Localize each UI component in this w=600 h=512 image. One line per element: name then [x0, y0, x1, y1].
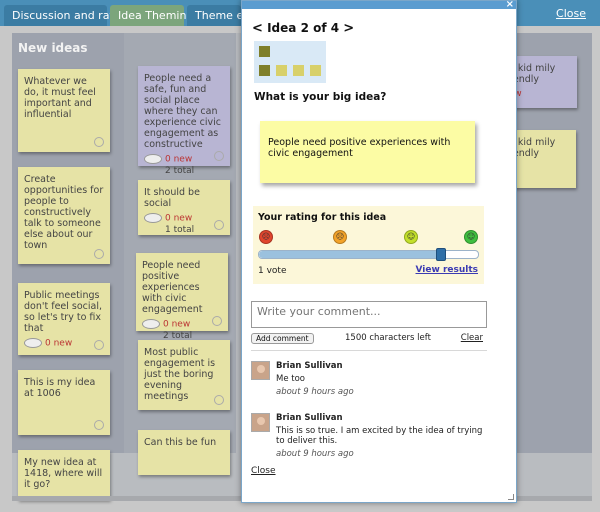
- idea-note[interactable]: People need a safe, fun and social place…: [138, 66, 230, 176]
- magnifier-icon[interactable]: [94, 249, 104, 259]
- neutral-face-icon[interactable]: ☺: [404, 230, 418, 244]
- next-idea-button[interactable]: >: [343, 21, 354, 36]
- idea-position-title: Idea 2 of 4: [267, 21, 340, 35]
- comment-timestamp: about 9 hours ago: [276, 387, 354, 397]
- new-count: 0 new: [45, 338, 73, 349]
- angry-face-icon[interactable]: ☹: [259, 230, 273, 244]
- divider: [251, 350, 487, 351]
- idea-thumbnail[interactable]: [310, 65, 321, 76]
- idea-note[interactable]: Public meetings don't feel social, so le…: [18, 283, 110, 355]
- comment-text: Me too: [276, 374, 305, 384]
- clear-link[interactable]: Clear: [461, 333, 483, 343]
- rating-panel: Your rating for this idea ☹ ☹ ☺ ☺ 1 vote…: [253, 206, 484, 284]
- note-text: People need positive experiences with ci…: [142, 260, 203, 315]
- comment-bubble-icon: [144, 154, 162, 164]
- idea-note[interactable]: It should be social 0 new 1 total: [138, 180, 230, 235]
- comment-author: Brian Sullivan: [276, 361, 343, 371]
- comment-bubble-icon: [24, 338, 42, 348]
- note-meta: 0 new: [24, 338, 104, 350]
- idea-thumbnail[interactable]: [293, 65, 304, 76]
- idea-detail-dialog: × < Idea 2 of 4 > What is your big idea?…: [241, 0, 517, 503]
- rating-slider-fill: [259, 251, 441, 258]
- idea-text: People need positive experiences with ci…: [268, 137, 451, 159]
- magnifier-icon[interactable]: [94, 420, 104, 430]
- magnifier-icon[interactable]: [212, 316, 222, 326]
- idea-note[interactable]: My new idea at 1418, where will it go?: [18, 450, 110, 500]
- new-count: 0 new: [165, 213, 193, 224]
- comment-input[interactable]: [251, 301, 487, 328]
- total-count: 2 total: [165, 165, 195, 176]
- magnifier-icon[interactable]: [94, 340, 104, 350]
- note-text: My new idea at 1418, where will it go?: [24, 457, 103, 490]
- note-text: Whatever we do, it must feel important a…: [24, 76, 96, 120]
- idea-note[interactable]: Create opportunities for people to const…: [18, 167, 110, 264]
- tab-discussion-rating[interactable]: Discussion and rating: [4, 5, 131, 26]
- add-comment-button[interactable]: Add comment: [251, 333, 314, 344]
- note-text: Create opportunities for people to const…: [24, 174, 104, 251]
- comment-bubble-icon: [142, 319, 160, 329]
- total-count: 2 total: [163, 330, 193, 341]
- comment-author: Brian Sullivan: [276, 413, 343, 423]
- avatar: [251, 361, 270, 380]
- idea-thumbnail[interactable]: [259, 65, 270, 76]
- idea-note[interactable]: Can this be fun: [138, 430, 230, 475]
- rating-slider-handle[interactable]: [436, 248, 446, 261]
- idea-thumbnail-selected[interactable]: [259, 46, 270, 57]
- rating-slider[interactable]: [258, 248, 479, 261]
- tabbar-close-link[interactable]: Close: [556, 7, 586, 20]
- magnifier-icon[interactable]: [214, 151, 224, 161]
- idea-note[interactable]: Whatever we do, it must feel important a…: [18, 69, 110, 152]
- dialog-titlebar: [242, 1, 516, 9]
- note-meta: 0 new 1 total: [144, 213, 224, 236]
- characters-left: 1500 characters left: [345, 333, 431, 343]
- view-results-link[interactable]: View results: [416, 265, 479, 275]
- idea-note[interactable]: People need positive experiences with ci…: [136, 253, 228, 341]
- idea-thumbnails: [254, 41, 326, 83]
- magnifier-icon[interactable]: [94, 137, 104, 147]
- note-text: Public meetings don't feel social, so le…: [24, 290, 103, 334]
- rating-title: Your rating for this idea: [258, 212, 387, 223]
- comment-text: This is so true. I am excited by the ide…: [276, 426, 483, 446]
- close-link[interactable]: Close: [251, 466, 276, 476]
- note-text: Most public engagement is just the borin…: [144, 347, 216, 402]
- note-meta: 0 new 2 total: [142, 319, 222, 342]
- tab-idea-theming[interactable]: Idea Theming: [110, 5, 193, 26]
- total-count: 1 total: [165, 224, 195, 235]
- sad-face-icon[interactable]: ☹: [333, 230, 347, 244]
- column-title: New ideas: [18, 41, 88, 55]
- idea-note[interactable]: This is my idea at 1006: [18, 370, 110, 435]
- magnifier-icon[interactable]: [214, 395, 224, 405]
- new-count: 0 new: [163, 319, 191, 330]
- comment-bubble-icon: [144, 213, 162, 223]
- note-meta: 0 new 2 total: [144, 154, 224, 177]
- note-text: This is my idea at 1006: [24, 377, 96, 399]
- comment-timestamp: about 9 hours ago: [276, 449, 354, 459]
- new-count: 0 new: [165, 154, 193, 165]
- note-text: People need a safe, fun and social place…: [144, 73, 222, 150]
- magnifier-icon[interactable]: [214, 220, 224, 230]
- idea-thumbnail[interactable]: [276, 65, 287, 76]
- avatar: [251, 413, 270, 432]
- previous-idea-button[interactable]: <: [252, 21, 263, 36]
- idea-sticky-note: People need positive experiences with ci…: [260, 121, 475, 183]
- idea-question-heading: What is your big idea?: [254, 91, 387, 103]
- idea-navigator: < Idea 2 of 4 >: [252, 21, 354, 36]
- happy-face-icon[interactable]: ☺: [464, 230, 478, 244]
- note-text: Can this be fun: [144, 437, 217, 448]
- idea-note[interactable]: Most public engagement is just the borin…: [138, 340, 230, 410]
- resize-handle-icon[interactable]: [508, 494, 514, 500]
- tab-theme-edit[interactable]: Theme edit: [187, 5, 241, 26]
- close-icon[interactable]: ×: [506, 0, 514, 10]
- note-text: It should be social: [144, 187, 200, 209]
- vote-count: 1 vote: [258, 266, 287, 276]
